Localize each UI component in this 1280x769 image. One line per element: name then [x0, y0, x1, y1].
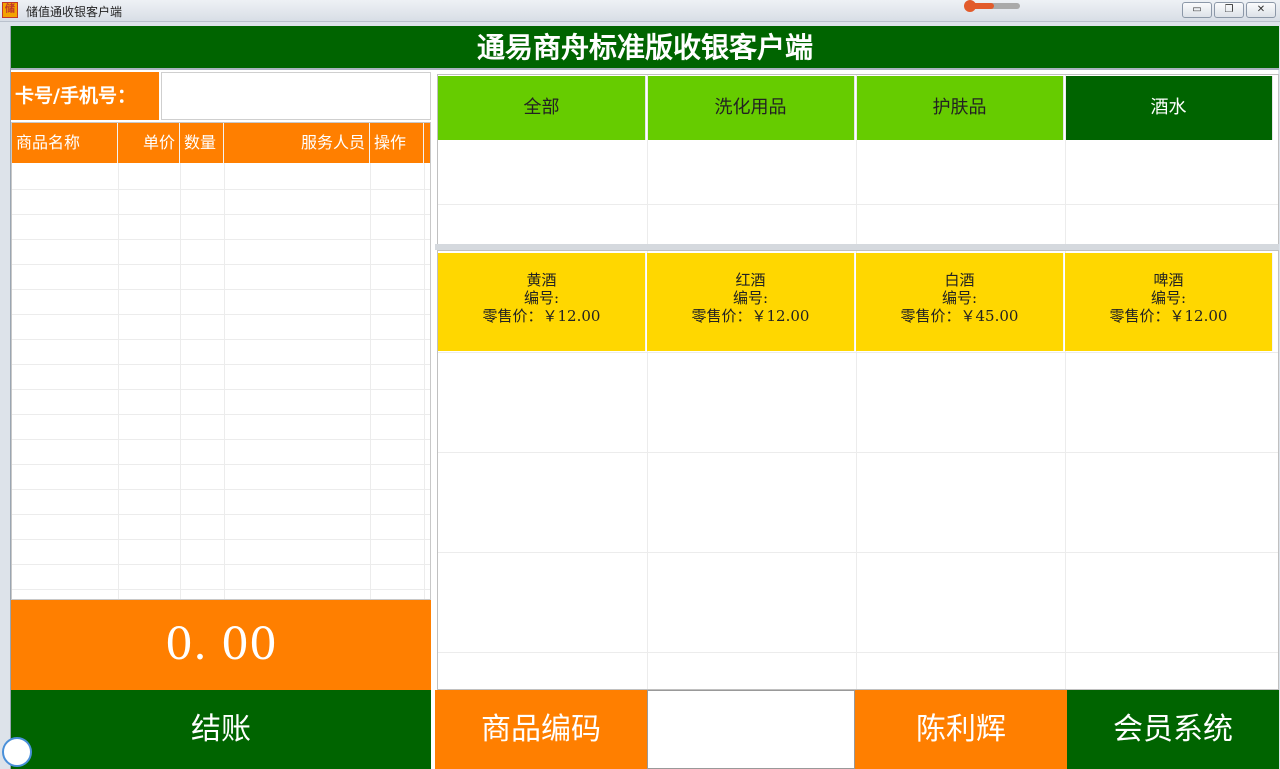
close-icon: ✕ — [1256, 4, 1266, 15]
table-row — [12, 414, 430, 415]
checkout-button[interactable]: 结账 — [11, 690, 431, 769]
product-grid: 黄酒 编号: 零售价：￥12.00 红酒 编号: 零售价：￥12.00 白酒 编… — [437, 250, 1279, 690]
product-price: 零售价：￥12.00 — [1109, 307, 1228, 325]
restore-button[interactable]: ❐ — [1214, 2, 1244, 18]
category-panel: 全部 洗化用品 护肤品 酒水 — [437, 74, 1279, 246]
product-card-red-wine[interactable]: 红酒 编号: 零售价：￥12.00 — [647, 253, 855, 351]
table-row — [12, 264, 430, 265]
table-row — [12, 339, 430, 340]
card-label: 卡号/手机号： — [11, 72, 159, 120]
order-table: 商品名称 单价 数量 服务人员 操作 — [11, 122, 431, 600]
product-price: 零售价：￥45.00 — [900, 307, 1019, 325]
grid-row-divider — [438, 352, 1278, 353]
product-name: 白酒 — [944, 271, 975, 289]
product-name: 啤酒 — [1153, 271, 1184, 289]
card-phone-input[interactable] — [161, 72, 431, 120]
total-amount: 0. 00 — [11, 600, 431, 690]
table-col-divider — [118, 163, 119, 599]
product-card-baijiu[interactable]: 白酒 编号: 零售价：￥45.00 — [856, 253, 1064, 351]
tab-all[interactable]: 全部 — [438, 76, 646, 140]
app-icon: 储 — [2, 2, 18, 18]
table-row — [12, 564, 430, 565]
table-col-divider — [424, 163, 425, 599]
product-price: 零售价：￥12.00 — [691, 307, 810, 325]
product-code: 编号: — [523, 289, 560, 307]
table-col-divider — [370, 163, 371, 599]
category-col-divider — [647, 75, 648, 245]
product-price: 零售价：￥12.00 — [482, 307, 601, 325]
tab-skincare[interactable]: 护肤品 — [856, 76, 1064, 140]
grid-row-divider — [438, 652, 1278, 653]
product-card-beer[interactable]: 啤酒 编号: 零售价：￥12.00 — [1065, 253, 1273, 351]
category-row-divider — [438, 204, 1278, 205]
tab-toiletries[interactable]: 洗化用品 — [647, 76, 855, 140]
table-row — [12, 589, 430, 590]
table-row — [12, 539, 430, 540]
tab-drinks[interactable]: 酒水 — [1065, 76, 1273, 140]
col-product-name: 商品名称 — [12, 123, 118, 163]
page-title: 通易商舟标准版收银客户端 — [11, 26, 1279, 70]
info-icon[interactable] — [2, 737, 32, 767]
col-unit-price: 单价 — [118, 123, 180, 163]
table-row — [12, 464, 430, 465]
minimize-icon: ▭ — [1192, 4, 1202, 15]
product-card-yellow-wine[interactable]: 黄酒 编号: 零售价：￥12.00 — [438, 253, 646, 351]
title-slider-knob[interactable] — [964, 0, 976, 12]
table-row — [12, 289, 430, 290]
main-window: 通易商舟标准版收银客户端 卡号/手机号： 商品名称 单价 数量 服务人员 操作 … — [10, 26, 1279, 769]
close-button[interactable]: ✕ — [1246, 2, 1276, 18]
category-col-divider — [856, 75, 857, 245]
product-code: 编号: — [732, 289, 769, 307]
table-row — [12, 364, 430, 365]
product-code-button[interactable]: 商品编码 — [435, 690, 647, 769]
member-system-button[interactable]: 会员系统 — [1067, 690, 1279, 769]
table-row — [12, 514, 430, 515]
table-row — [12, 439, 430, 440]
col-action: 操作 — [370, 123, 424, 163]
window-titlebar: 储 储值通收银客户端 ▭ ❐ ✕ — [0, 0, 1280, 22]
category-col-divider — [1065, 75, 1066, 245]
grid-row-divider — [438, 452, 1278, 453]
table-row — [12, 314, 430, 315]
table-row — [12, 214, 430, 215]
product-name: 红酒 — [735, 271, 766, 289]
minimize-button[interactable]: ▭ — [1182, 2, 1212, 18]
col-quantity: 数量 — [180, 123, 224, 163]
table-col-divider — [180, 163, 181, 599]
table-header: 商品名称 单价 数量 服务人员 操作 — [12, 123, 430, 163]
table-row — [12, 239, 430, 240]
title-slider[interactable] — [964, 0, 1020, 12]
col-staff: 服务人员 — [224, 123, 370, 163]
table-col-divider — [224, 163, 225, 599]
product-name: 黄酒 — [526, 271, 557, 289]
table-row — [12, 189, 430, 190]
table-row — [12, 489, 430, 490]
table-row — [12, 389, 430, 390]
restore-icon: ❐ — [1224, 4, 1234, 15]
staff-button[interactable]: 陈利辉 — [855, 690, 1067, 769]
product-code-input[interactable] — [647, 690, 855, 769]
product-code: 编号: — [1150, 289, 1187, 307]
product-code: 编号: — [941, 289, 978, 307]
window-title: 储值通收银客户端 — [26, 5, 123, 19]
grid-row-divider — [438, 552, 1278, 553]
